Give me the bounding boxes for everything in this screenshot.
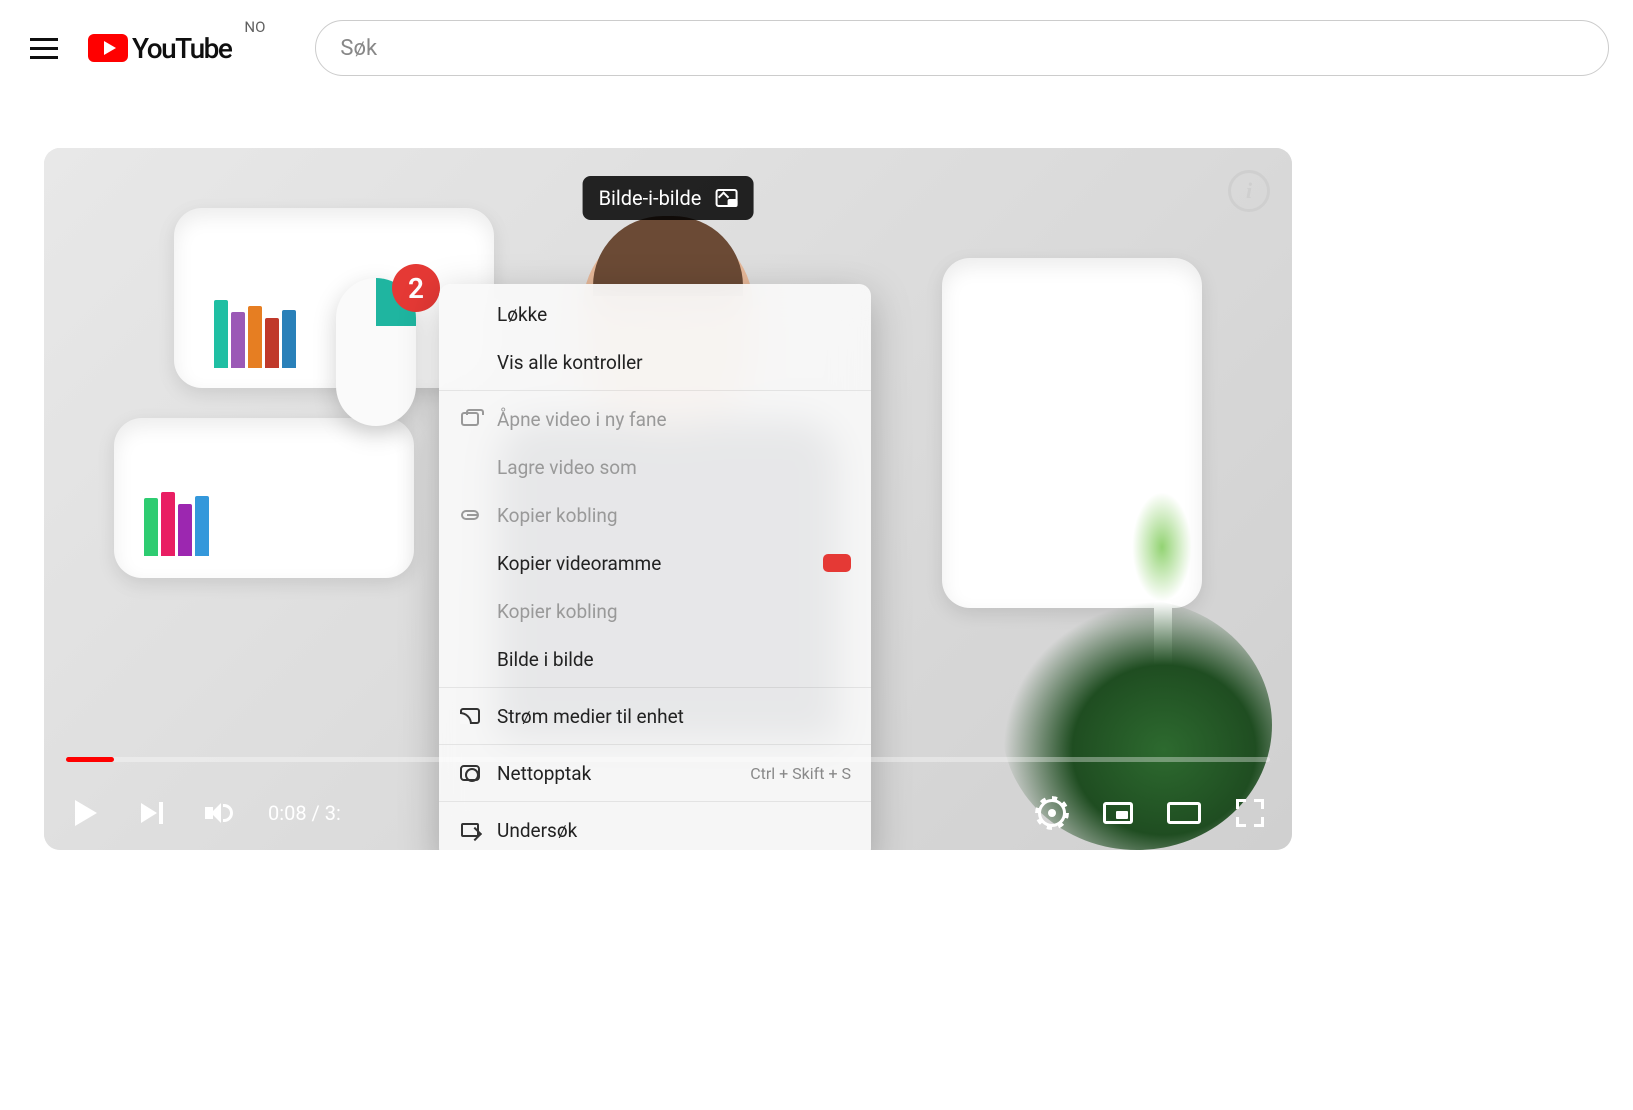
blank-icon — [459, 600, 481, 622]
menu-item: Kopier kobling — [439, 491, 871, 539]
mouse-indicator: 2 — [336, 278, 416, 426]
page-header: YouTube NO — [0, 0, 1633, 96]
bg-shelf — [114, 418, 414, 578]
pip-tooltip-text: Bilde-i-bilde — [599, 186, 702, 210]
menu-item: Lagre video som — [439, 443, 871, 491]
menu-item-label: Bilde i bilde — [497, 648, 851, 671]
theater-button[interactable] — [1164, 793, 1204, 833]
menu-item-label: Kopier kobling — [497, 600, 851, 623]
miniplayer-button[interactable] — [1098, 793, 1138, 833]
menu-item: Kopier kobling — [439, 587, 871, 635]
youtube-logo[interactable]: YouTube NO — [88, 32, 231, 65]
menu-item[interactable]: Kopier videoramme — [439, 539, 871, 587]
menu-item[interactable]: Bilde i bilde — [439, 635, 871, 683]
blank-icon — [459, 648, 481, 670]
menu-separator — [439, 744, 871, 745]
play-icon — [75, 800, 97, 826]
blank-icon — [459, 552, 481, 574]
country-code: NO — [244, 18, 265, 36]
menu-item-label: Åpne video i ny fane — [497, 408, 851, 431]
menu-item: Åpne video i ny fane — [439, 395, 871, 443]
duration: 3: — [325, 801, 341, 825]
menu-separator — [439, 390, 871, 391]
gear-icon — [1038, 799, 1066, 827]
video-player[interactable]: i Bilde-i-bilde 2 Løkke Vis alle kontroll… — [44, 148, 1292, 850]
play-button[interactable] — [66, 793, 106, 833]
menu-item[interactable]: Løkke — [439, 290, 871, 338]
current-time: 0:08 — [268, 801, 307, 825]
search-container[interactable] — [315, 20, 1609, 76]
volume-icon — [205, 800, 231, 826]
blank-icon — [459, 456, 481, 478]
menu-item-label: Strøm medier til enhet — [497, 705, 851, 728]
next-button[interactable] — [132, 793, 172, 833]
cast-icon — [459, 705, 481, 727]
progress-fill — [66, 757, 114, 762]
theater-icon — [1167, 802, 1201, 824]
blank-icon — [459, 351, 481, 373]
youtube-play-icon — [88, 34, 128, 62]
frame-preview-icon — [823, 554, 851, 572]
time-display: 0:08 / 3: — [268, 801, 341, 825]
menu-button[interactable] — [24, 28, 64, 68]
context-menu: Løkke Vis alle kontroller Åpne video i ny … — [439, 284, 871, 850]
logo-text: YouTube — [132, 32, 231, 65]
menu-item-label: Kopier videoramme — [497, 552, 787, 575]
info-card-button[interactable]: i — [1228, 170, 1270, 212]
menu-item-label: Vis alle kontroller — [497, 351, 851, 374]
menu-item-label: Løkke — [497, 303, 851, 326]
menu-item[interactable]: Strøm medier til enhet — [439, 692, 871, 740]
link-icon — [459, 504, 481, 526]
miniplayer-icon — [1103, 802, 1133, 824]
settings-button[interactable] — [1032, 793, 1072, 833]
fullscreen-icon — [1236, 799, 1264, 827]
menu-item[interactable]: Vis alle kontroller — [439, 338, 871, 386]
search-input[interactable] — [340, 36, 1584, 61]
volume-button[interactable] — [198, 793, 238, 833]
pip-tooltip[interactable]: Bilde-i-bilde — [583, 176, 754, 220]
fullscreen-button[interactable] — [1230, 793, 1270, 833]
pip-icon — [715, 189, 737, 207]
tab-icon — [459, 408, 481, 430]
blank-icon — [459, 303, 481, 325]
menu-separator — [439, 687, 871, 688]
mouse-step-badge: 2 — [392, 264, 440, 312]
next-icon — [141, 802, 163, 824]
player-controls: 0:08 / 3: — [44, 776, 1292, 850]
menu-item-label: Kopier kobling — [497, 504, 851, 527]
progress-bar[interactable] — [66, 757, 1270, 762]
menu-item-label: Lagre video som — [497, 456, 851, 479]
